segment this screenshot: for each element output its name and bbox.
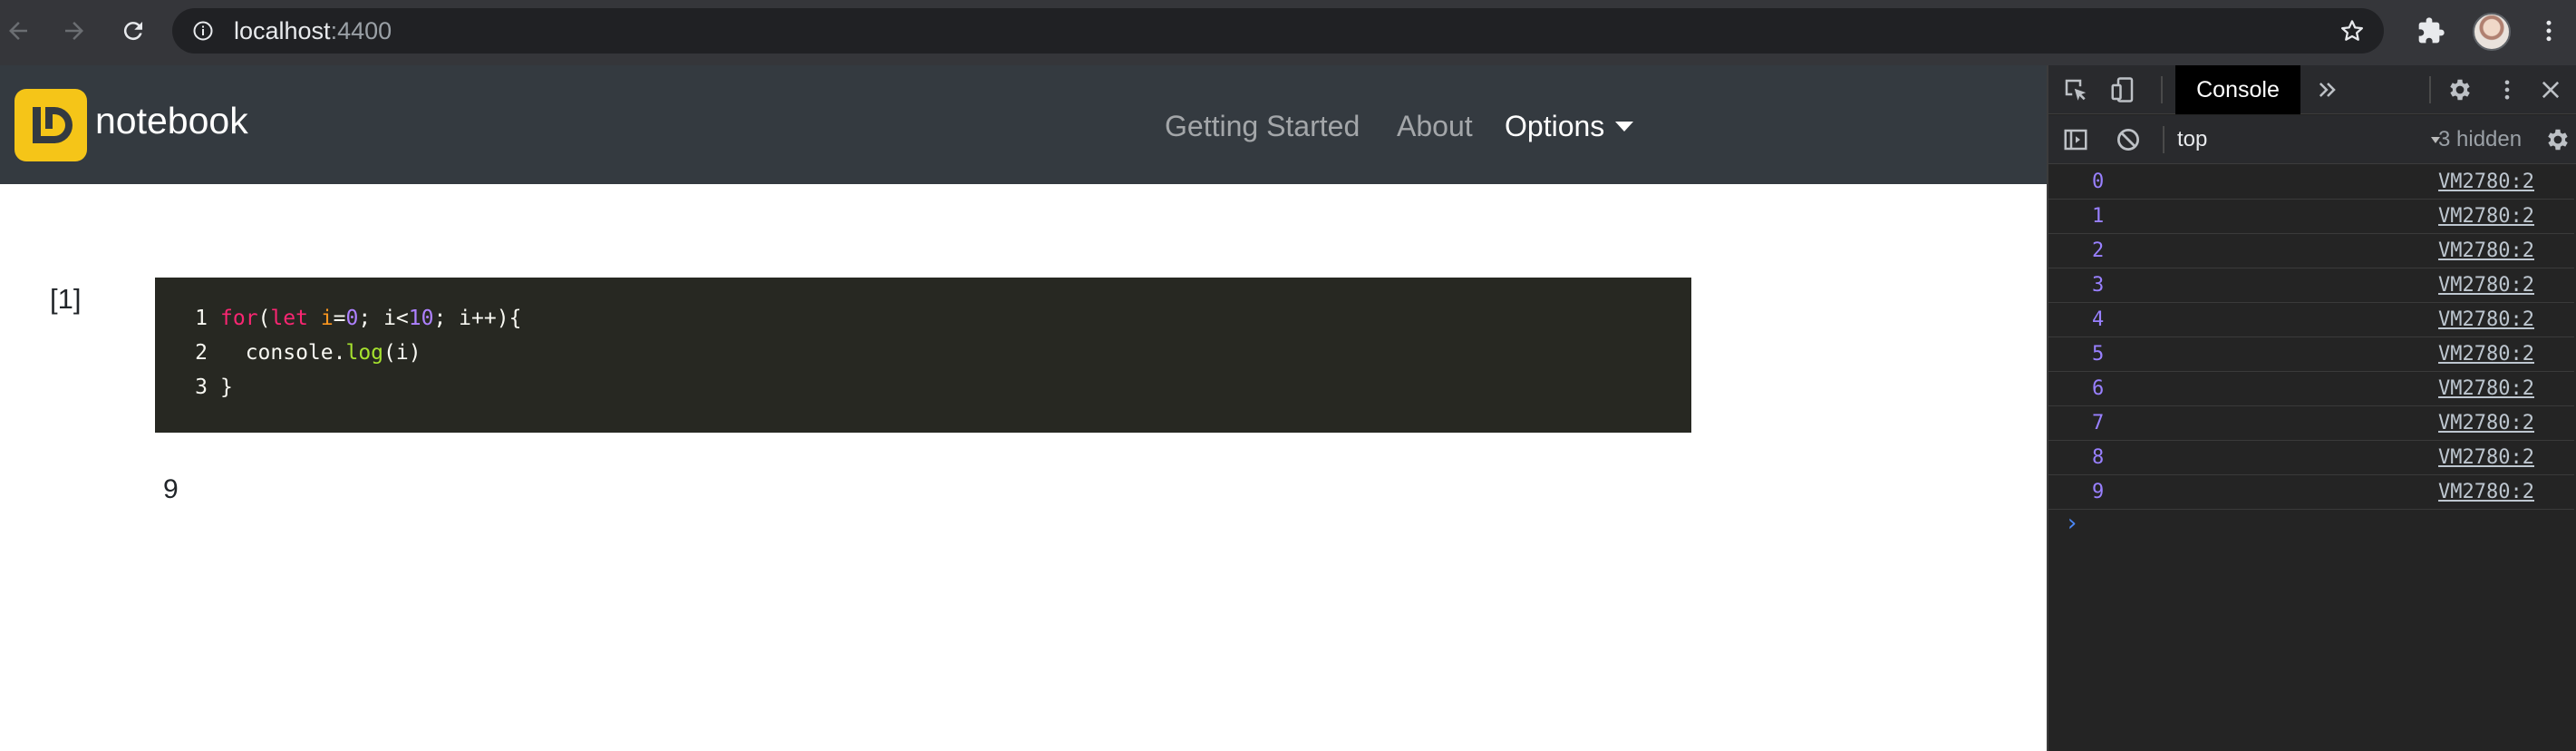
reload-icon[interactable] [115,13,151,49]
console-log-row: 5 VM2780:2 [2048,337,2574,372]
sidebar-toggle-icon[interactable] [2061,125,2090,154]
context-select[interactable]: top [2177,122,2440,157]
browser-toolbar: localhost:4400 [0,0,2576,65]
log-value: 4 [2092,308,2105,331]
caret-down-icon [1615,122,1634,132]
nav-options-label: Options [1505,110,1605,142]
log-value: 9 [2092,481,2105,503]
console-log-row: 9 VM2780:2 [2048,475,2574,510]
more-tabs-icon[interactable] [2313,75,2342,104]
log-source-link[interactable]: VM2780:2 [2438,406,2534,440]
log-value: 3 [2092,274,2105,297]
toolbar-divider [2163,126,2164,153]
log-source-link[interactable]: VM2780:2 [2438,234,2534,268]
console-filter-bar: top 3 hidden [2048,115,2576,164]
url-text: localhost:4400 [234,17,392,44]
clear-console-icon[interactable] [2114,125,2143,154]
page-viewport: notebook Getting Started About Options [… [0,65,2047,751]
line-number: 1 [195,307,208,330]
avatar[interactable] [2473,13,2511,51]
log-value: 1 [2092,205,2105,228]
url-port: :4400 [330,17,392,44]
console-log-row: 8 VM2780:2 [2048,441,2574,475]
console-log-row: 1 VM2780:2 [2048,200,2574,234]
devtools-panel: Console top 3 hidden 0 VM2780:2 1 VM2780:2… [2047,65,2576,751]
log-value: 8 [2092,446,2105,469]
context-select-value: top [2177,127,2208,151]
inspect-element-icon[interactable] [2061,75,2090,104]
console-log-row: 0 VM2780:2 [2048,165,2574,200]
line-number: 2 [195,341,208,365]
app-navbar: notebook Getting Started About Options [0,65,2047,184]
cell-output: 9 [163,474,179,504]
code-line-text: } [220,376,233,399]
log-source-link[interactable]: VM2780:2 [2438,200,2534,233]
console-log-row: 7 VM2780:2 [2048,406,2574,441]
console-log-row: 3 VM2780:2 [2048,268,2574,303]
devtools-toolbar: Console [2048,65,2576,114]
log-source-link[interactable]: VM2780:2 [2438,441,2534,474]
device-toolbar-icon[interactable] [2108,75,2137,104]
logo-mark-icon [33,107,73,143]
code-editor[interactable]: 1 for(let i=0; i<10; i++){ 2 console.log(… [155,278,1691,433]
log-value: 5 [2092,343,2105,366]
tab-console[interactable]: Console [2175,65,2300,114]
nav-options-dropdown[interactable]: Options [1505,109,1634,143]
console-settings-gear-icon[interactable] [2543,125,2572,154]
log-value: 2 [2092,239,2105,262]
console-log-row: 2 VM2780:2 [2048,234,2574,268]
code-line: 1 for(let i=0; i<10; i++){ [155,301,521,336]
logo[interactable] [15,89,87,161]
cell-index: [1] [50,283,82,315]
brand-name[interactable]: notebook [95,98,248,143]
line-number: 3 [195,376,208,399]
log-value: 0 [2092,171,2105,193]
forward-icon[interactable] [56,13,92,49]
nav-about[interactable]: About [1397,109,1473,143]
log-source-link[interactable]: VM2780:2 [2438,303,2534,336]
toolbar-divider [2429,76,2431,103]
url-host: localhost [234,17,331,44]
hidden-messages-count[interactable]: 3 hidden [2438,122,2522,157]
console-log-row: 4 VM2780:2 [2048,303,2574,337]
log-source-link[interactable]: VM2780:2 [2438,268,2534,302]
log-source-link[interactable]: VM2780:2 [2438,372,2534,405]
toolbar-divider [2161,76,2163,103]
devtools-kebab-icon[interactable] [2494,75,2520,104]
nav-getting-started[interactable]: Getting Started [1165,109,1360,143]
log-value: 6 [2092,377,2105,400]
settings-gear-icon[interactable] [2445,75,2474,104]
log-source-link[interactable]: VM2780:2 [2438,337,2534,371]
close-devtools-icon[interactable] [2536,75,2565,104]
kebab-menu-icon[interactable] [2532,15,2565,47]
log-source-link[interactable]: VM2780:2 [2438,165,2534,199]
log-value: 7 [2092,412,2105,434]
back-icon[interactable] [0,13,36,49]
info-icon[interactable] [192,20,214,42]
code-line: 2 console.log(i) [155,336,421,370]
star-icon[interactable] [2339,17,2366,44]
console-log-row: 6 VM2780:2 [2048,372,2574,406]
extensions-icon[interactable] [2415,15,2447,47]
code-line: 3} [155,370,233,405]
console-prompt[interactable]: › [2065,510,2079,537]
address-bar[interactable]: localhost:4400 [172,8,2384,54]
log-source-link[interactable]: VM2780:2 [2438,475,2534,509]
